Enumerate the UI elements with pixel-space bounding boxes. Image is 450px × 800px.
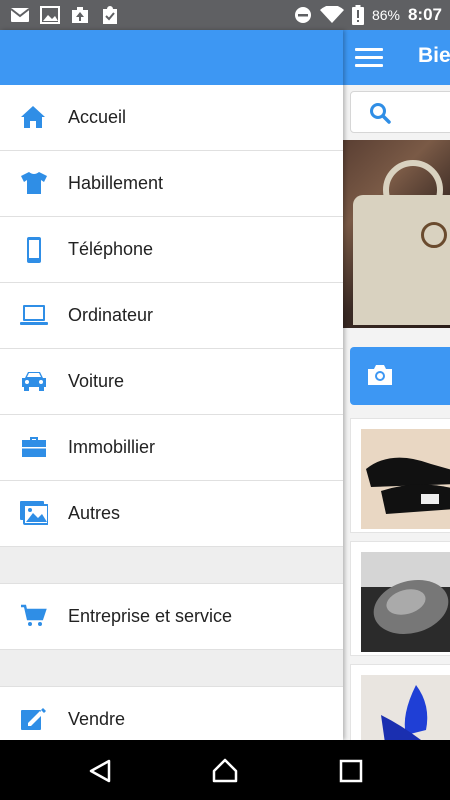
battery-icon [351,5,364,25]
briefcase-upload-icon [72,7,88,23]
drawer-item-vendre[interactable]: Vendre [0,687,343,740]
listing-card[interactable] [350,418,450,533]
home-nav-icon[interactable] [212,758,238,784]
camera-icon [368,365,392,385]
clipboard-check-icon [103,6,117,24]
mail-icon [10,8,30,22]
car-icon [20,369,48,395]
listing-card[interactable] [350,541,450,656]
system-navigation-bar [0,740,450,800]
edit-icon [20,707,48,733]
drawer-item-entreprise[interactable]: Entreprise et service [0,584,343,650]
main-content [343,85,450,740]
listing-card[interactable] [350,664,450,740]
clock: 8:07 [407,5,442,24]
mouse-image [361,552,450,652]
do-not-disturb-icon [294,7,311,23]
system-icons: 86% 8:07 [294,4,442,26]
laptop-icon [20,303,48,329]
drawer-item-immobillier[interactable]: Immobillier [0,415,343,481]
featured-banner-image[interactable] [343,140,450,328]
drawer-header [0,30,343,85]
app-title: Bie [418,44,450,67]
drawer-item-habillement[interactable]: Habillement [0,151,343,217]
notification-icons [10,6,120,24]
tshirt-icon [20,171,48,197]
drawer-item-label: Vendre [68,709,126,729]
drawer-item-ordinateur[interactable]: Ordinateur [0,283,343,349]
shoes-image [361,429,450,529]
search-icon [370,103,391,124]
drawer-item-label: Immobillier [68,437,156,457]
drawer-item-telephone[interactable]: Téléphone [0,217,343,283]
navigation-drawer: Accueil Habillement Téléphone Ordinateur… [0,30,343,740]
battery-percent: 86% [371,7,400,23]
drawer-item-voiture[interactable]: Voiture [0,349,343,415]
drawer-item-label: Entreprise et service [68,606,233,626]
drawer-item-autres[interactable]: Autres [0,481,343,547]
app-toolbar: Bie [343,30,450,85]
search-bar[interactable] [350,91,450,133]
image-icon [40,6,60,24]
drawer-item-label: Autres [68,503,121,523]
drawer-item-label: Accueil [68,107,127,127]
images-icon [20,501,48,527]
camera-button[interactable] [350,347,450,405]
home-icon [20,105,48,131]
cart-icon [20,604,48,630]
section-divider [0,547,343,584]
section-divider [0,650,343,687]
drawer-item-accueil[interactable]: Accueil [0,85,343,151]
drawer-item-label: Téléphone [68,239,154,259]
back-icon[interactable] [87,758,113,784]
heels-image [361,675,450,740]
drawer-item-label: Ordinateur [68,305,154,325]
drawer-item-label: Habillement [68,173,164,193]
briefcase-icon [20,435,48,461]
status-bar: 86% 8:07 [0,0,450,30]
recents-icon[interactable] [338,758,364,784]
hamburger-icon[interactable] [355,48,383,68]
wifi-icon [319,6,344,23]
drawer-item-label: Voiture [68,371,125,391]
phone-icon [20,237,48,263]
